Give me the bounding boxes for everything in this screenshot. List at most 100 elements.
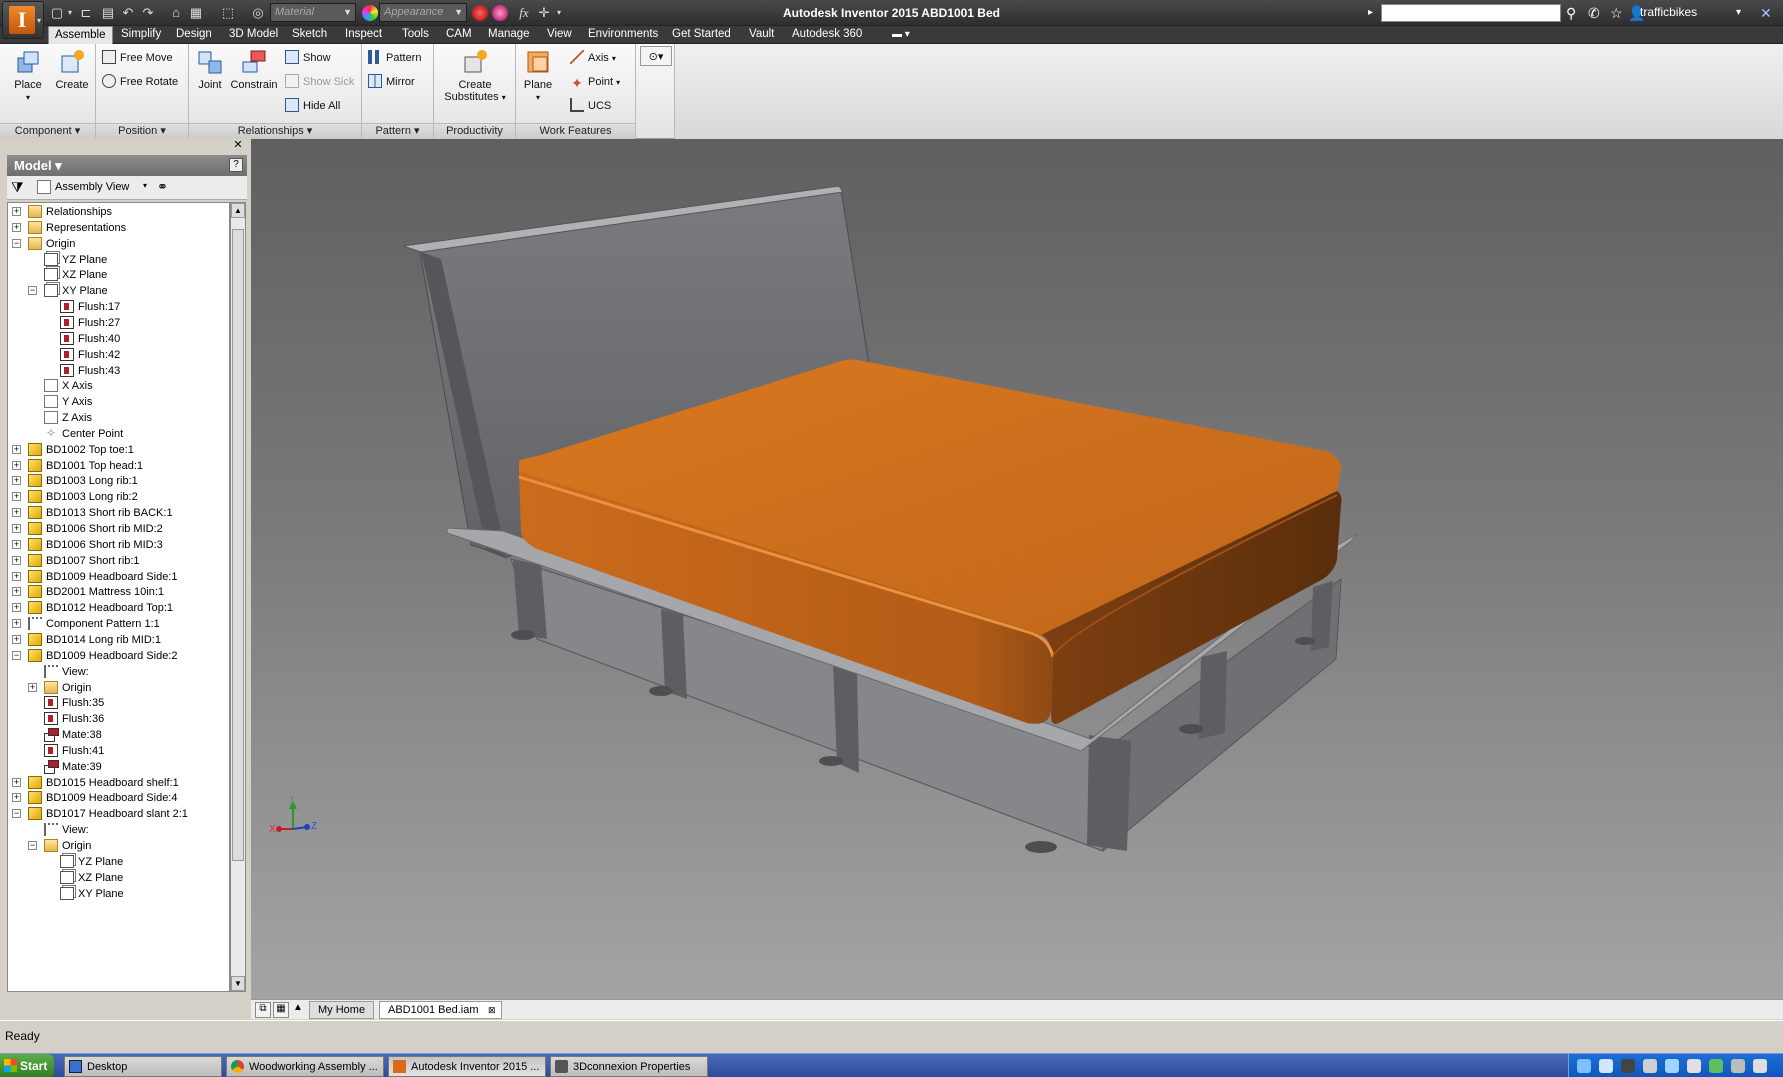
expand-icon[interactable]: + xyxy=(12,603,21,613)
place-button[interactable]: Place ▾ xyxy=(10,48,46,103)
free-rotate-button[interactable]: Free Rotate xyxy=(102,72,178,92)
frame-foot-4[interactable] xyxy=(1025,841,1057,853)
update-icon[interactable]: ▦ xyxy=(188,4,204,22)
plane-button[interactable]: Plane ▾ xyxy=(520,48,556,103)
tab-autodesk-360[interactable]: Autodesk 360 xyxy=(786,26,868,44)
expand-icon[interactable]: + xyxy=(12,476,21,486)
point-button[interactable]: ✦ Point ▾ xyxy=(570,72,620,92)
create-component-button[interactable]: Create xyxy=(52,48,92,91)
expand-icon[interactable]: + xyxy=(12,571,21,581)
taskbar-inventor[interactable]: Autodesk Inventor 2015 ... xyxy=(388,1056,546,1077)
tree-node[interactable]: XY Plane xyxy=(8,885,229,903)
tray-power-icon[interactable] xyxy=(1753,1059,1767,1073)
open-icon[interactable]: ⊏ xyxy=(78,4,94,22)
frame-leg-4[interactable] xyxy=(1087,735,1131,851)
mirror-button[interactable]: Mirror xyxy=(368,72,415,92)
frame-foot-1[interactable] xyxy=(511,630,535,640)
expand-icon[interactable]: + xyxy=(12,460,21,470)
frame-foot-5[interactable] xyxy=(1179,724,1203,734)
expand-icon[interactable]: + xyxy=(12,793,21,803)
show-button[interactable]: Show xyxy=(285,48,331,68)
tab-vault[interactable]: Vault xyxy=(743,26,780,44)
panel-options-button[interactable]: ⊙▾ xyxy=(640,46,672,66)
tab-cam[interactable]: CAM xyxy=(440,26,478,44)
ucs-button[interactable]: UCS xyxy=(570,96,611,116)
collapse-icon[interactable]: − xyxy=(28,286,37,296)
communication-center-icon[interactable]: ✆ xyxy=(1588,4,1600,22)
application-menu-button[interactable]: I ▾ xyxy=(2,1,44,39)
search-expand-icon[interactable]: ▸ xyxy=(1368,4,1373,22)
panel-label-relationships[interactable]: Relationships ▾ xyxy=(189,123,361,139)
appearance-combo[interactable]: Appearance ▼ xyxy=(379,3,467,22)
view-triad[interactable]: X Y Z xyxy=(267,797,319,843)
expand-icon[interactable]: + xyxy=(12,492,21,502)
cascade-windows-icon[interactable]: ⧉ xyxy=(255,1002,271,1018)
expand-icon[interactable]: + xyxy=(12,539,21,549)
frame-foot-6[interactable] xyxy=(1295,637,1315,645)
undo-icon[interactable]: ↶ xyxy=(120,4,136,22)
find-binoculars-icon[interactable]: ⚭ xyxy=(157,179,168,195)
tray-security-icon[interactable] xyxy=(1709,1059,1723,1073)
parameters-fx-icon[interactable]: fx xyxy=(514,4,534,22)
scroll-up-icon[interactable]: ▲ xyxy=(231,203,245,218)
tab-sketch[interactable]: Sketch xyxy=(286,26,333,44)
expand-icon[interactable]: + xyxy=(12,777,21,787)
taskbar-chrome[interactable]: Woodworking Assembly ... xyxy=(226,1056,384,1077)
taskbar-desktop[interactable]: Desktop xyxy=(64,1056,222,1077)
measure-icon[interactable]: ✛ xyxy=(536,4,552,22)
view-mode-dropdown-icon[interactable]: ▾ xyxy=(143,181,147,190)
expand-icon[interactable]: + xyxy=(28,682,37,692)
collapse-icon[interactable]: − xyxy=(12,238,21,248)
tab-3d-model[interactable]: 3D Model xyxy=(223,26,284,44)
hide-all-button[interactable]: Hide All xyxy=(285,96,340,116)
frame-foot-3[interactable] xyxy=(819,756,843,766)
tab-inspect[interactable]: Inspect xyxy=(339,26,388,44)
new-icon[interactable]: ▢ xyxy=(50,4,64,22)
collapse-icon[interactable]: − xyxy=(12,809,21,819)
joint-button[interactable]: Joint xyxy=(193,48,227,91)
tab-simplify[interactable]: Simplify xyxy=(115,26,167,44)
expand-icon[interactable]: + xyxy=(12,587,21,597)
doc-tab-bed-assembly[interactable]: ABD1001 Bed.iam ⊠ xyxy=(379,1001,502,1019)
tile-windows-icon[interactable]: ▦ xyxy=(273,1002,289,1018)
tray-app-icon[interactable] xyxy=(1621,1059,1635,1073)
save-icon[interactable]: ▤ xyxy=(100,4,116,22)
expand-icon[interactable]: + xyxy=(12,619,21,629)
free-move-button[interactable]: Free Move xyxy=(102,48,173,68)
redo-icon[interactable]: ↷ xyxy=(140,4,156,22)
ribbon-display-toggle-icon[interactable]: ▬ ▾ xyxy=(886,26,916,44)
close-tab-icon[interactable]: ⊠ xyxy=(488,1002,496,1019)
frame-leg-5[interactable] xyxy=(1199,651,1227,739)
customize-quick-access-icon[interactable]: ▾ xyxy=(554,4,564,22)
tab-manage[interactable]: Manage xyxy=(482,26,536,44)
signed-in-user[interactable]: trafficbikes xyxy=(1640,5,1697,19)
tab-environments[interactable]: Environments xyxy=(582,26,664,44)
expand-icon[interactable]: + xyxy=(12,444,21,454)
panel-label-component[interactable]: Component ▾ xyxy=(0,123,95,139)
tray-autodesk-icon[interactable] xyxy=(1599,1059,1613,1073)
home-icon[interactable]: ⌂ xyxy=(168,4,184,22)
frame-leg-2[interactable] xyxy=(661,609,687,699)
browser-header[interactable]: Model ▾ xyxy=(7,155,247,176)
expand-icon[interactable]: + xyxy=(12,222,21,232)
exchange-apps-icon[interactable]: ✕ xyxy=(1760,4,1772,22)
tab-assemble[interactable]: Assemble xyxy=(48,26,113,45)
tab-view[interactable]: View xyxy=(541,26,578,44)
collapse-icon[interactable]: − xyxy=(12,650,21,660)
material-combo[interactable]: Material ▼ xyxy=(270,3,356,22)
browser-close-icon[interactable]: ✕ xyxy=(232,140,244,152)
expand-icon[interactable]: + xyxy=(12,207,21,216)
help-search-input[interactable] xyxy=(1381,4,1561,22)
tray-lock-icon[interactable] xyxy=(1643,1059,1657,1073)
browser-help-button[interactable]: ? xyxy=(229,158,243,172)
axis-button[interactable]: Axis ▾ xyxy=(570,48,616,68)
favorites-star-icon[interactable]: ☆ xyxy=(1610,4,1623,22)
create-substitutes-button[interactable]: Create Substitutes ▾ xyxy=(440,48,510,103)
tab-get-started[interactable]: Get Started xyxy=(666,26,737,44)
new-dropdown-icon[interactable]: ▾ xyxy=(66,4,74,22)
taskbar-3dconnexion[interactable]: 3Dconnexion Properties xyxy=(550,1056,708,1077)
start-button[interactable]: Start xyxy=(0,1054,54,1077)
tab-design[interactable]: Design xyxy=(170,26,218,44)
adjust-appearance-icon[interactable] xyxy=(492,5,508,21)
show-sick-button[interactable]: Show Sick xyxy=(285,72,354,92)
